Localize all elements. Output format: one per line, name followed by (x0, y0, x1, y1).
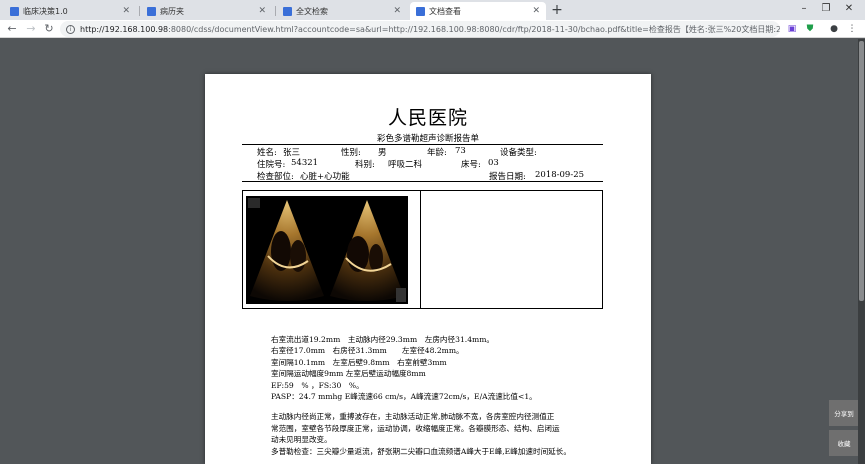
sex-value: 男 (378, 148, 387, 158)
sex-label: 性别: (341, 148, 361, 158)
page-icon (10, 6, 19, 16)
finding-line: 室间隔运动幅度9mm 左室后壁运动幅度8mm (271, 369, 426, 379)
bed-label: 床号: (461, 160, 481, 170)
info-icon[interactable]: i (66, 24, 75, 34)
name-value: 张三 (283, 148, 301, 158)
description-line: 主动脉内径尚正常，重搏波存在，主动脉活动正常,肺动脉不宽，各房室腔内径测值正 (271, 412, 555, 422)
tab-separator (275, 6, 276, 16)
tab-medical-record[interactable]: 病历夹 ✕ (141, 2, 272, 20)
table-divider (420, 191, 421, 308)
inpatient-label: 住院号: (257, 160, 286, 170)
extension-icon[interactable]: ▣ (786, 23, 798, 35)
findings-text: 右室流出道19.2mm 主动脉内径29.3mm 左房内径31.4mm。 右室径1… (271, 334, 621, 457)
finding-line: 右室流出道19.2mm 主动脉内径29.3mm 左房内径31.4mm。 (271, 335, 495, 344)
close-icon[interactable]: ✕ (532, 6, 540, 16)
back-icon[interactable]: ← (5, 22, 19, 36)
finding-line: 右室径17.0mm 右房径31.3mm 左室径48.2mm。 (271, 346, 464, 356)
tab-strip: 临床决策1.0 ✕ 病历夹 ✕ 全文检索 ✕ 文档查看 ✕ + – ❐ ✕ (0, 0, 865, 20)
tab-clinical-decision[interactable]: 临床决策1.0 ✕ (4, 2, 136, 20)
tab-title: 文档查看 (429, 6, 461, 16)
divider (242, 144, 603, 145)
address-bar[interactable]: i http://192.168.100.98:8080/cdss/docume… (60, 21, 780, 37)
tab-title: 全文检索 (296, 6, 328, 16)
close-window-button[interactable]: ✕ (840, 2, 858, 16)
dept-value: 呼吸二科 (388, 160, 423, 170)
device-label: 设备类型: (500, 148, 537, 158)
page-icon (283, 6, 292, 16)
forward-icon[interactable]: → (24, 22, 38, 36)
dept-label: 科别: (355, 160, 375, 170)
age-value: 73 (455, 146, 466, 156)
tab-title: 病历夹 (160, 6, 184, 16)
vertical-scrollbar[interactable] (858, 39, 865, 464)
name-label: 姓名: (257, 148, 277, 158)
page-icon (147, 6, 156, 16)
bed-value: 03 (488, 158, 499, 168)
minimize-button[interactable]: – (795, 2, 813, 16)
ultrasound-image (246, 196, 408, 304)
browser-toolbar: ← → ↻ i http://192.168.100.98:8080/cdss/… (0, 20, 865, 38)
shield-icon[interactable]: ⛊ (804, 23, 816, 35)
finding-line: PASP：24.7 mmhg E峰流速66 cm/s，A峰流速72cm/s，E/… (271, 392, 537, 402)
tab-document-view[interactable]: 文档查看 ✕ (410, 2, 546, 20)
finding-line: EF:59 % ，FS:30 %。 (271, 380, 364, 390)
reload-icon[interactable]: ↻ (42, 22, 56, 36)
share-button[interactable]: 分享到 (829, 400, 859, 426)
collect-button[interactable]: 收藏 (829, 430, 859, 456)
new-tab-button[interactable]: + (549, 2, 565, 18)
tab-separator (139, 6, 140, 16)
age-label: 年龄: (427, 148, 447, 158)
close-icon[interactable]: ✕ (122, 6, 130, 16)
image-table (242, 190, 603, 309)
close-icon[interactable]: ✕ (393, 6, 401, 16)
inpatient-value: 54321 (291, 158, 319, 168)
menu-icon[interactable]: ⋮ (846, 23, 858, 35)
maximize-button[interactable]: ❐ (817, 2, 835, 16)
hospital-name: 人民医院 (387, 107, 468, 129)
close-icon[interactable]: ✕ (258, 6, 266, 16)
divider (242, 181, 603, 182)
date-value: 2018-09-25 (535, 170, 585, 180)
url-text: http://192.168.100.98:8080/cdss/document… (80, 24, 780, 34)
report-title: 彩色多谱勒超声诊断报告单 (376, 134, 479, 144)
description-line: 动未见明显改变。 (271, 435, 332, 445)
page-icon (416, 6, 425, 16)
description-line: 常范围，室壁各节段厚度正常，运动协调，收缩幅度正常。各瓣膜形态、结构、启闭运 (271, 423, 560, 433)
report-page: 人民医院 彩色多谱勒超声诊断报告单 姓名: 张三 性别: 男 年龄: 73 设备… (205, 74, 651, 464)
tab-title: 临床决策1.0 (23, 6, 68, 16)
description-line: 多普勒检查：三尖瓣少量返流，舒张期二尖瓣口血流频谱A峰大于E峰,E峰加速时间延长… (271, 446, 571, 456)
account-icon[interactable]: ● (828, 23, 840, 35)
finding-line: 室间隔10.1mm 左室后壁9.8mm 右室前壁3mm (271, 357, 447, 367)
tab-fulltext-search[interactable]: 全文检索 ✕ (277, 2, 407, 20)
scrollbar-thumb[interactable] (859, 41, 864, 301)
